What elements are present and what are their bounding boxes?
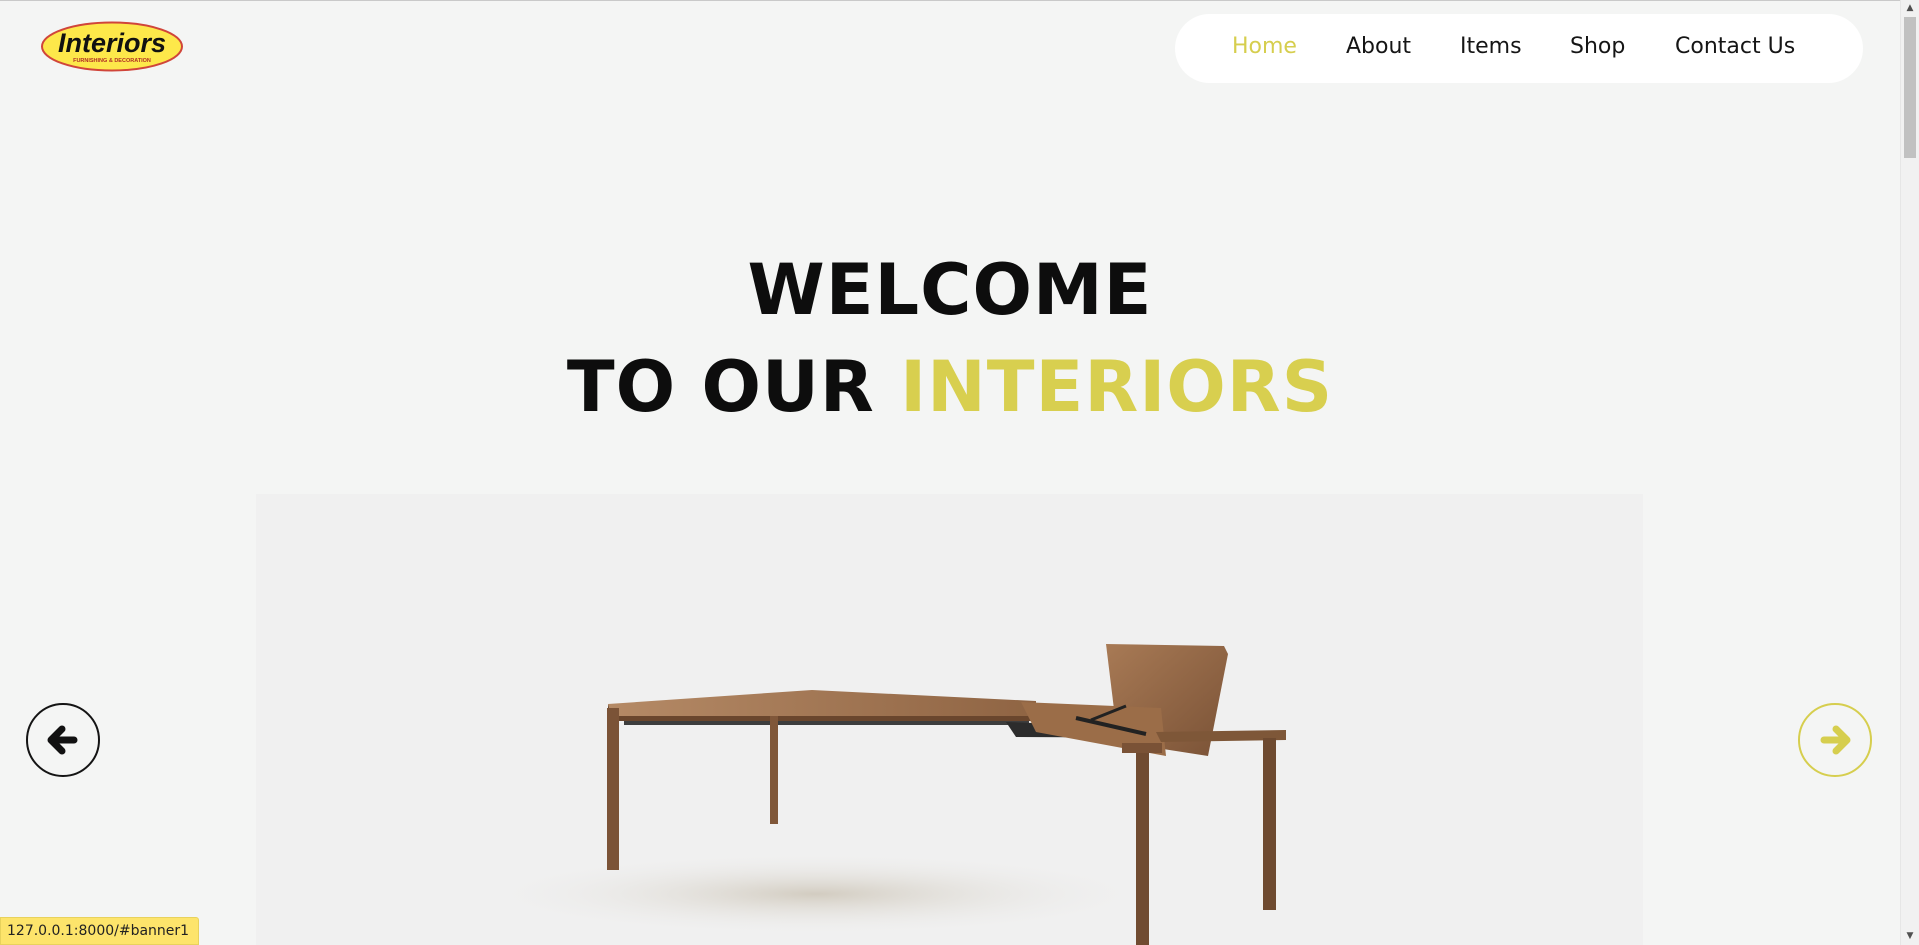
hero-banner-image: [256, 494, 1643, 945]
arrow-left-icon: [47, 725, 78, 755]
scroll-down-icon[interactable]: ▼: [1901, 928, 1919, 945]
nav-home[interactable]: Home: [1232, 36, 1297, 58]
scrollbar-thumb[interactable]: [1904, 17, 1916, 158]
carousel-next-button[interactable]: [1798, 703, 1872, 777]
brand-logo[interactable]: Interiors FURNISHING & DECORATION: [40, 21, 184, 72]
arrow-right-icon: [1820, 725, 1851, 755]
carousel-prev-button[interactable]: [26, 703, 100, 777]
logo-text: Interiors: [58, 28, 166, 58]
main-nav: Home About Items Shop Contact Us: [1175, 14, 1863, 83]
nav-about[interactable]: About: [1346, 36, 1411, 58]
hero-title-prefix: TO OUR: [566, 346, 901, 428]
nav-items[interactable]: Items: [1460, 36, 1522, 58]
top-border: [0, 0, 1900, 1]
nav-shop[interactable]: Shop: [1570, 36, 1625, 58]
hero-title-line1: WELCOME: [747, 249, 1153, 331]
hero-title-accent: INTERIORS: [900, 346, 1334, 428]
hero-title-line2: TO OUR INTERIORS: [0, 352, 1900, 422]
table-illustration: [476, 644, 1286, 945]
page-scrollbar[interactable]: ▲ ▼: [1900, 0, 1919, 945]
logo-tagline: FURNISHING & DECORATION: [73, 58, 151, 64]
link-status-bar: 127.0.0.1:8000/#banner1: [0, 917, 200, 945]
page: Interiors FURNISHING & DECORATION Home A…: [0, 0, 1919, 945]
nav-contact-us[interactable]: Contact Us: [1675, 36, 1795, 58]
scroll-up-icon[interactable]: ▲: [1901, 0, 1919, 17]
